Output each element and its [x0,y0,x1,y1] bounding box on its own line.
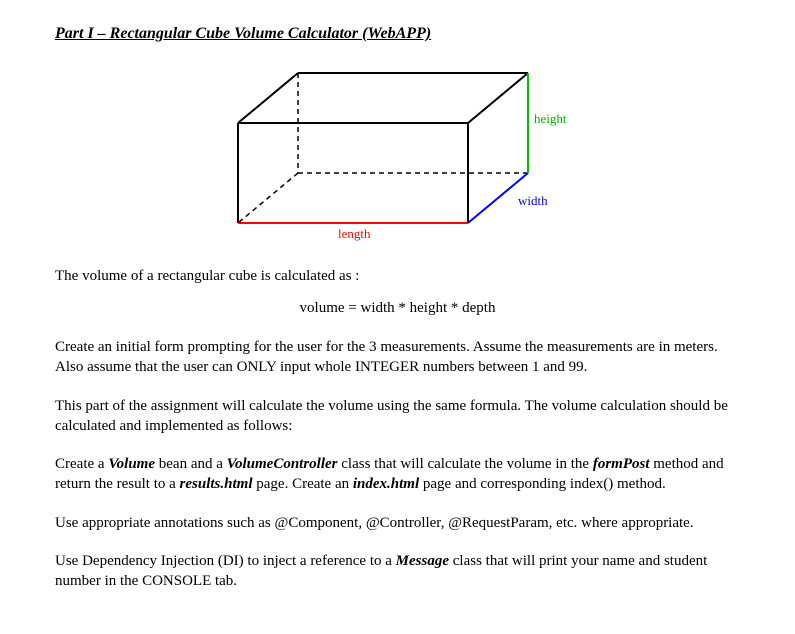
length-label: length [338,226,371,241]
height-label: height [534,111,567,126]
results-html: results.html [180,476,253,492]
p3-text: bean and a [155,456,227,472]
p3-text: Create a [55,456,108,472]
paragraph-2: This part of the assignment will calcula… [55,396,740,437]
volume-bean: Volume [108,456,155,472]
formpost-method: formPost [593,456,650,472]
p3-text: page and corresponding index() method. [419,476,666,492]
index-html: index.html [353,476,419,492]
section-title: Part I – Rectangular Cube Volume Calcula… [55,25,740,43]
intro-text: The volume of a rectangular cube is calc… [55,268,740,285]
p3-text: page. Create an [253,476,353,492]
volume-formula: volume = width * height * depth [55,300,740,317]
paragraph-5: Use Dependency Injection (DI) to inject … [55,551,740,592]
volumecontroller-class: VolumeController [227,456,338,472]
cube-diagram: height width length [55,63,740,258]
paragraph-1: Create an initial form prompting for the… [55,337,740,378]
paragraph-3: Create a Volume bean and a VolumeControl… [55,454,740,495]
paragraph-4: Use appropriate annotations such as @Com… [55,513,740,533]
width-label: width [518,193,548,208]
p3-text: class that will calculate the volume in … [338,456,593,472]
